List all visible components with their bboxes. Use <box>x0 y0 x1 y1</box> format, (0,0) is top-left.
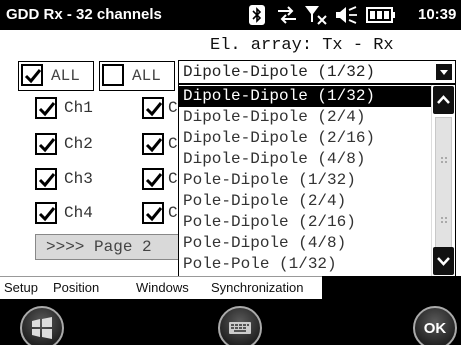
dropdown-option[interactable]: Pole-Dipole (1/32) <box>179 170 431 191</box>
checkmark-icon <box>145 207 163 222</box>
electrode-array-select[interactable]: Dipole-Dipole (1/32) <box>178 60 456 84</box>
all-channels-unchecked-toggle[interactable]: ALL <box>99 61 175 91</box>
next-page-button[interactable]: >>>> Page 2 <box>35 234 195 260</box>
checkmark-icon <box>145 102 163 117</box>
checkmark-icon <box>38 138 56 153</box>
tab-strip: Setup Position Windows Synchronization <box>0 276 322 299</box>
tab-position[interactable]: Position <box>53 280 99 295</box>
checkbox[interactable] <box>142 168 164 190</box>
tab-windows[interactable]: Windows <box>136 280 189 295</box>
channel-label: C <box>168 204 178 222</box>
windows-start-button[interactable] <box>20 306 64 345</box>
dropdown-option[interactable]: Pole-Dipole (2/4) <box>179 191 431 212</box>
keyboard-icon <box>229 322 251 334</box>
dropdown-arrow-icon[interactable] <box>436 64 452 80</box>
checkbox[interactable] <box>142 202 164 224</box>
scroll-down-button[interactable] <box>433 247 454 275</box>
electrode-array-label: El. array: Tx - Rx <box>210 36 394 55</box>
app-title: GDD Rx - 32 channels <box>6 6 162 23</box>
channel-label: Ch3 <box>64 170 93 188</box>
tab-bar: Setup Position Windows Synchronization <box>0 276 461 299</box>
dropdown-option[interactable]: Dipole-Dipole (2/16) <box>179 128 431 149</box>
all-channels-checked-toggle[interactable]: ALL <box>18 61 94 91</box>
dropdown-option[interactable]: Dipole-Dipole (2/4) <box>179 107 431 128</box>
dropdown-option[interactable]: Dipole-Dipole (1/32) <box>179 86 431 107</box>
channel-label: C <box>168 135 178 153</box>
ok-button[interactable]: OK <box>413 306 457 345</box>
scroll-up-button[interactable] <box>433 86 454 114</box>
chevron-down-icon <box>437 257 450 266</box>
electrode-array-dropdown-list[interactable]: Dipole-Dipole (1/32) Dipole-Dipole (2/4)… <box>178 84 456 277</box>
dropdown-option[interactable]: Pole-Dipole (4/8) <box>179 233 431 254</box>
tab-synchronization[interactable]: Synchronization <box>211 280 304 295</box>
channel-label: C <box>168 99 178 117</box>
selected-value: Dipole-Dipole (1/32) <box>183 63 376 81</box>
checkbox[interactable] <box>35 97 57 119</box>
checkbox[interactable] <box>35 168 57 190</box>
scroll-thumb[interactable] <box>435 117 452 267</box>
checkmark-icon <box>145 173 163 188</box>
checkmark-icon <box>38 173 56 188</box>
battery-icon[interactable] <box>366 4 396 26</box>
checkbox[interactable] <box>142 133 164 155</box>
checkbox[interactable] <box>35 133 57 155</box>
data-sync-icon[interactable] <box>276 4 298 26</box>
dropdown-scrollbar[interactable] <box>431 85 455 276</box>
checkmark-icon <box>38 207 56 222</box>
checkbox[interactable] <box>21 64 43 86</box>
softkey-bar: OK <box>0 299 461 345</box>
chevron-up-icon <box>437 95 450 104</box>
checkbox[interactable] <box>102 64 124 86</box>
checkbox[interactable] <box>35 202 57 224</box>
grip-icon <box>441 157 447 223</box>
dropdown-option[interactable]: Pole-Pole (1/32) <box>179 254 431 275</box>
bluetooth-icon[interactable] <box>248 4 266 26</box>
ok-label: OK <box>423 319 447 337</box>
windows-logo-icon <box>32 317 52 339</box>
checkmark-icon <box>38 102 56 117</box>
channel-label: Ch1 <box>64 99 93 117</box>
status-bar: GDD Rx - 32 channels 10:39 <box>0 0 461 30</box>
channel-label: Ch2 <box>64 135 93 153</box>
volume-icon[interactable] <box>334 4 358 26</box>
dropdown-option[interactable]: Pole-Dipole (2/16) <box>179 212 431 233</box>
signal-off-icon[interactable] <box>304 4 328 26</box>
tab-setup[interactable]: Setup <box>4 280 38 295</box>
checkmark-icon <box>24 69 42 84</box>
channel-label: Ch4 <box>64 204 93 222</box>
checkmark-icon <box>145 138 163 153</box>
keyboard-button[interactable] <box>218 306 262 345</box>
clock-time[interactable]: 10:39 <box>418 6 456 23</box>
channel-label: C <box>168 170 178 188</box>
checkbox[interactable] <box>142 97 164 119</box>
all-label: ALL <box>132 67 161 85</box>
dropdown-option[interactable]: Dipole-Dipole (4/8) <box>179 149 431 170</box>
all-label: ALL <box>51 67 80 85</box>
